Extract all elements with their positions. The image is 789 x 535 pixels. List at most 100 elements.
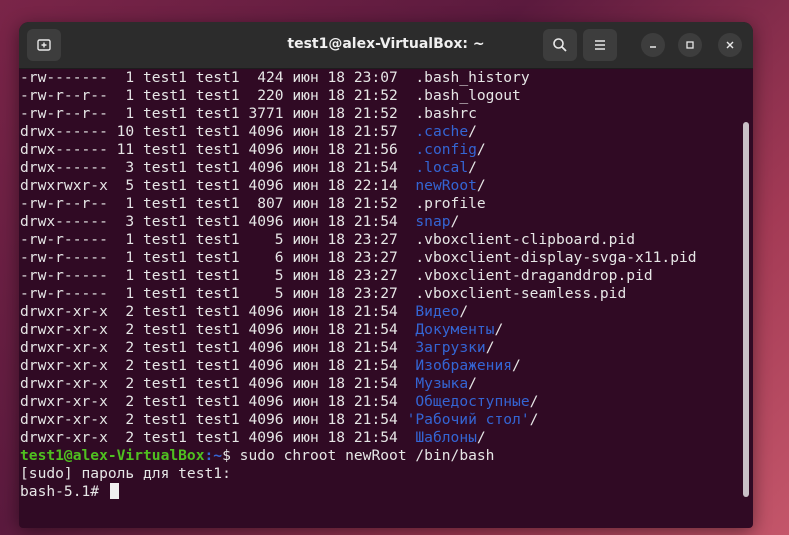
listing-row: -rw-r--r-- 1 test1 test1 3771 июн 18 21:… [20, 105, 753, 123]
command-line: test1@alex-VirtualBox:~$ sudo chroot new… [20, 447, 753, 465]
listing-row: drwxr-xr-x 2 test1 test1 4096 июн 18 21:… [20, 393, 753, 411]
listing-row: drwx------ 3 test1 test1 4096 июн 18 21:… [20, 159, 753, 177]
directory-name: .config [415, 141, 477, 158]
directory-name: Видео [415, 303, 460, 320]
directory-slash: / [450, 213, 460, 230]
file-attributes: drwxr-xr-x 2 test1 test1 4096 июн 18 21:… [20, 357, 416, 374]
directory-name: 'Рабочий стол' [406, 411, 530, 428]
file-attributes: drwxr-xr-x 2 test1 test1 4096 июн 18 21:… [20, 375, 416, 392]
directory-slash: / [529, 393, 539, 410]
listing-row: -rw-r----- 1 test1 test1 5 июн 18 23:27 … [20, 285, 753, 303]
listing-row: drwxrwxr-x 5 test1 test1 4096 июн 18 22:… [20, 177, 753, 195]
listing-row: -rw-r----- 1 test1 test1 6 июн 18 23:27 … [20, 249, 753, 267]
listing-row: drwxr-xr-x 2 test1 test1 4096 июн 18 21:… [20, 303, 753, 321]
file-attributes: -rw-r--r-- 1 test1 test1 3771 июн 18 21:… [20, 105, 416, 122]
file-name: .bash_history [415, 69, 530, 86]
title-bar: test1@alex-VirtualBox: ~ [19, 22, 753, 69]
file-attributes: -rw-r----- 1 test1 test1 5 июн 18 23:27 [20, 285, 416, 302]
file-attributes: drwx------ 10 test1 test1 4096 июн 18 21… [20, 123, 416, 140]
file-name: .bashrc [415, 105, 477, 122]
file-attributes: drwx------ 3 test1 test1 4096 июн 18 21:… [20, 159, 416, 176]
close-button[interactable] [718, 33, 742, 57]
listing-row: -rw-r----- 1 test1 test1 5 июн 18 23:27 … [20, 267, 753, 285]
terminal-window: test1@alex-VirtualBox: ~ -rw------- 1 te… [19, 22, 753, 528]
listing-row: drwxr-xr-x 2 test1 test1 4096 июн 18 21:… [20, 429, 753, 447]
file-attributes: drwxr-xr-x 2 test1 test1 4096 июн 18 21:… [20, 429, 416, 446]
listing-row: -rw-r--r-- 1 test1 test1 220 июн 18 21:5… [20, 87, 753, 105]
listing-row: drwxr-xr-x 2 test1 test1 4096 июн 18 21:… [20, 411, 753, 429]
file-attributes: drwx------ 3 test1 test1 4096 июн 18 21:… [20, 213, 416, 230]
bash-prompt: bash-5.1# [20, 483, 108, 500]
minimize-icon [650, 46, 656, 48]
search-button[interactable] [543, 29, 577, 61]
menu-button[interactable] [583, 29, 617, 61]
close-icon [726, 41, 734, 49]
scrollbar[interactable] [743, 122, 749, 497]
file-name: .profile [415, 195, 486, 212]
directory-name: Шаблоны [415, 429, 477, 446]
directory-name: Музыка [415, 375, 469, 392]
directory-name: snap [415, 213, 451, 230]
file-name: .bash_logout [415, 87, 521, 104]
file-attributes: drwxr-xr-x 2 test1 test1 4096 июн 18 21:… [20, 393, 416, 410]
file-attributes: drwxrwxr-x 5 test1 test1 4096 июн 18 22:… [20, 177, 416, 194]
file-name: .vboxclient-seamless.pid [415, 285, 627, 302]
file-attributes: -rw-r----- 1 test1 test1 5 июн 18 23:27 [20, 231, 416, 248]
directory-slash: / [468, 123, 477, 140]
directory-listing: -rw------- 1 test1 test1 424 июн 18 23:0… [20, 69, 753, 447]
file-name: .vboxclient-draganddrop.pid [415, 267, 653, 284]
command-text: sudo chroot newRoot /bin/bash [239, 447, 495, 464]
directory-name: newRoot [415, 177, 477, 194]
directory-slash: / [529, 411, 539, 428]
file-attributes: -rw-r--r-- 1 test1 test1 807 июн 18 21:5… [20, 195, 416, 212]
directory-name: Изображения [415, 357, 513, 374]
hamburger-menu-icon [595, 40, 605, 50]
search-icon [553, 38, 567, 52]
directory-name: Документы [415, 321, 495, 338]
directory-name: Загрузки [415, 339, 486, 356]
maximize-button[interactable] [678, 33, 702, 57]
file-attributes: -rw-r----- 1 test1 test1 6 июн 18 23:27 [20, 249, 416, 266]
listing-row: drwx------ 10 test1 test1 4096 июн 18 21… [20, 123, 753, 141]
directory-slash: / [476, 177, 486, 194]
listing-row: drwxr-xr-x 2 test1 test1 4096 июн 18 21:… [20, 375, 753, 393]
prompt-path: :~ [204, 447, 223, 464]
maximize-icon [686, 41, 694, 49]
file-attributes: -rw------- 1 test1 test1 424 июн 18 23:0… [20, 69, 416, 86]
file-attributes: drwxr-xr-x 2 test1 test1 4096 июн 18 21:… [20, 411, 407, 428]
listing-row: -rw-r--r-- 1 test1 test1 807 июн 18 21:5… [20, 195, 753, 213]
prompt-symbol: $ [222, 447, 240, 464]
file-attributes: drwxr-xr-x 2 test1 test1 4096 июн 18 21:… [20, 339, 416, 356]
minimize-button[interactable] [641, 33, 665, 57]
bash-prompt-line[interactable]: bash-5.1# [20, 483, 753, 501]
directory-slash: / [494, 321, 504, 338]
sudo-password-prompt: [sudo] пароль для test1: [20, 465, 231, 482]
file-attributes: drwxr-xr-x 2 test1 test1 4096 июн 18 21:… [20, 303, 416, 320]
directory-slash: / [468, 159, 477, 176]
terminal-output[interactable]: -rw------- 1 test1 test1 424 июн 18 23:0… [19, 69, 753, 528]
listing-row: drwxr-xr-x 2 test1 test1 4096 июн 18 21:… [20, 321, 753, 339]
listing-row: drwxr-xr-x 2 test1 test1 4096 июн 18 21:… [20, 339, 753, 357]
directory-slash: / [512, 357, 521, 374]
file-attributes: -rw-r--r-- 1 test1 test1 220 июн 18 21:5… [20, 87, 416, 104]
prompt-user-host: test1@alex-VirtualBox [20, 447, 205, 464]
file-name: .vboxclient-display-svga-x11.pid [415, 249, 697, 266]
listing-row: drwx------ 3 test1 test1 4096 июн 18 21:… [20, 213, 753, 231]
directory-name: .cache [415, 123, 469, 140]
file-attributes: drwx------ 11 test1 test1 4096 июн 18 21… [20, 141, 416, 158]
listing-row: drwx------ 11 test1 test1 4096 июн 18 21… [20, 141, 753, 159]
listing-row: drwxr-xr-x 2 test1 test1 4096 июн 18 21:… [20, 357, 753, 375]
directory-slash: / [476, 141, 486, 158]
directory-slash: / [485, 339, 495, 356]
text-cursor [109, 483, 119, 499]
listing-row: -rw-r----- 1 test1 test1 5 июн 18 23:27 … [20, 231, 753, 249]
directory-name: Общедоступные [415, 393, 530, 410]
directory-name: .local [415, 159, 469, 176]
file-attributes: -rw-r----- 1 test1 test1 5 июн 18 23:27 [20, 267, 416, 284]
directory-slash: / [476, 429, 486, 446]
directory-slash: / [468, 375, 477, 392]
listing-row: -rw------- 1 test1 test1 424 июн 18 23:0… [20, 69, 753, 87]
file-attributes: drwxr-xr-x 2 test1 test1 4096 июн 18 21:… [20, 321, 416, 338]
file-name: .vboxclient-clipboard.pid [415, 231, 636, 248]
directory-slash: / [459, 303, 469, 320]
